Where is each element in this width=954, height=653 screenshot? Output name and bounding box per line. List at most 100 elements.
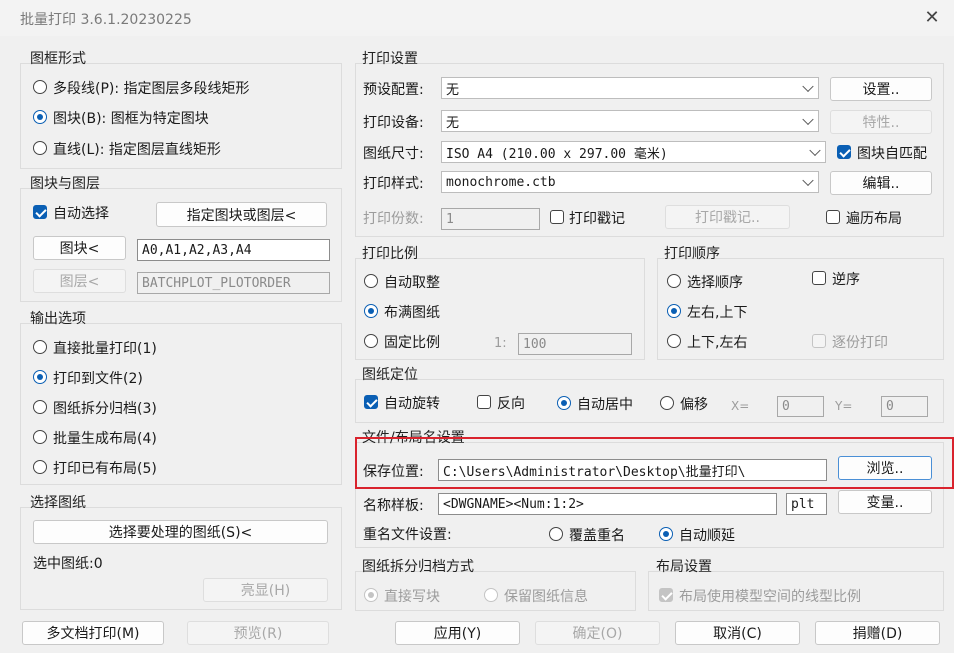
device-select[interactable]: 无 xyxy=(441,110,819,132)
archive-direct-radio[interactable] xyxy=(364,588,378,602)
model-linetype-checkbox[interactable] xyxy=(659,588,673,602)
window-title: 批量打印 3.6.1.20230225 xyxy=(20,12,192,28)
auto-rotate-label: 自动旋转 xyxy=(384,396,440,412)
auto-center-radio[interactable] xyxy=(557,396,571,410)
auto-rotate-checkbox[interactable] xyxy=(364,395,378,409)
order-lr-label: 左右,上下 xyxy=(687,305,748,321)
output-split-radio[interactable] xyxy=(33,400,47,414)
layer-name-input[interactable]: BATCHPLOT_PLOTORDER xyxy=(137,272,330,294)
select-drawing-title: 选择图纸 xyxy=(30,495,86,511)
highlight-frame xyxy=(355,437,954,489)
output-file-radio[interactable] xyxy=(33,370,47,384)
model-linetype-label: 布局使用模型空间的线型比例 xyxy=(679,589,861,605)
copies-label: 打印份数: xyxy=(363,211,424,227)
plot-style-select[interactable]: monochrome.ctb xyxy=(441,171,819,193)
paper-size-label: 图纸尺寸: xyxy=(363,146,424,162)
archive-keep-label: 保留图纸信息 xyxy=(504,589,588,605)
extension-input[interactable]: plt xyxy=(786,493,827,515)
stamp-settings-button[interactable]: 打印戳记.. xyxy=(665,205,790,229)
name-template-label: 名称样板: xyxy=(363,498,424,514)
plot-style-value: monochrome.ctb xyxy=(446,174,556,190)
order-selection-radio[interactable] xyxy=(667,274,681,288)
order-tb-radio[interactable] xyxy=(667,334,681,348)
archive-title: 图纸拆分归档方式 xyxy=(362,559,474,575)
scale-round-radio[interactable] xyxy=(364,274,378,288)
auto-increment-radio[interactable] xyxy=(659,527,673,541)
frame-polyline-label: 多段线(P): 指定图层多段线矩形 xyxy=(53,81,250,97)
title-bar: 批量打印 3.6.1.20230225 ✕ xyxy=(0,0,954,36)
name-template-input[interactable]: <DWGNAME><Num:1:2> xyxy=(438,493,777,515)
output-layout-radio[interactable] xyxy=(33,430,47,444)
copies-input[interactable]: 1 xyxy=(441,208,540,230)
chevron-down-icon xyxy=(802,113,814,126)
properties-button[interactable]: 特性.. xyxy=(830,110,932,134)
stamp-checkbox[interactable] xyxy=(550,210,564,224)
preset-select[interactable]: 无 xyxy=(441,77,819,99)
cancel-button[interactable]: 取消(C) xyxy=(675,621,800,645)
output-existing-radio[interactable] xyxy=(33,460,47,474)
overwrite-radio[interactable] xyxy=(549,527,563,541)
device-label: 打印设备: xyxy=(363,115,424,131)
collate-checkbox[interactable] xyxy=(812,334,826,348)
layout-title: 布局设置 xyxy=(656,559,712,575)
close-icon[interactable]: ✕ xyxy=(918,6,946,30)
block-button[interactable]: 图块< xyxy=(33,236,126,260)
scale-ratio-prefix: 1: xyxy=(494,336,507,351)
order-title: 打印顺序 xyxy=(664,246,720,262)
preset-value: 无 xyxy=(446,82,460,98)
frame-form-title: 图框形式 xyxy=(30,51,86,67)
traverse-layout-checkbox[interactable] xyxy=(826,210,840,224)
frame-block-radio[interactable] xyxy=(33,110,47,124)
ok-button[interactable]: 确定(O) xyxy=(535,621,660,645)
multi-doc-print-button[interactable]: 多文档打印(M) xyxy=(22,621,164,645)
frame-polyline-radio[interactable] xyxy=(33,80,47,94)
invert-checkbox[interactable] xyxy=(477,395,491,409)
pick-block-layer-button[interactable]: 指定图块或图层< xyxy=(156,202,327,227)
position-title: 图纸定位 xyxy=(362,367,418,383)
auto-center-label: 自动居中 xyxy=(577,397,633,413)
apply-button[interactable]: 应用(Y) xyxy=(395,621,520,645)
frame-line-radio[interactable] xyxy=(33,141,47,155)
output-direct-radio[interactable] xyxy=(33,340,47,354)
frame-block-label: 图块(B): 图框为特定图块 xyxy=(53,111,209,127)
order-selection-label: 选择顺序 xyxy=(687,275,743,291)
select-drawings-button[interactable]: 选择要处理的图纸(S)< xyxy=(33,520,328,544)
auto-select-checkbox[interactable] xyxy=(33,205,47,219)
paper-size-select[interactable]: ISO A4 (210.00 x 297.00 毫米) xyxy=(441,141,826,163)
selected-count-label: 选中图纸:0 xyxy=(33,556,103,572)
scale-ratio-input[interactable]: 100 xyxy=(518,333,632,355)
output-direct-label: 直接批量打印(1) xyxy=(53,341,157,357)
archive-keep-radio[interactable] xyxy=(484,588,498,602)
donate-button[interactable]: 捐赠(D) xyxy=(815,621,940,645)
output-existing-label: 打印已有布局(5) xyxy=(53,461,157,477)
offset-y-input[interactable]: 0 xyxy=(881,396,928,417)
offset-radio[interactable] xyxy=(660,396,674,410)
preview-button[interactable]: 预览(R) xyxy=(187,621,329,645)
variables-button[interactable]: 变量.. xyxy=(838,490,932,514)
chevron-down-icon xyxy=(809,144,821,157)
setup-button[interactable]: 设置.. xyxy=(830,77,932,101)
scale-fit-radio[interactable] xyxy=(364,304,378,318)
output-layout-label: 批量生成布局(4) xyxy=(53,431,157,447)
edit-style-button[interactable]: 编辑.. xyxy=(830,171,932,195)
paper-size-value: ISO A4 (210.00 x 297.00 毫米) xyxy=(446,146,668,162)
device-value: 无 xyxy=(446,115,460,131)
stamp-label: 打印戳记 xyxy=(569,211,625,227)
block-names-input[interactable]: A0,A1,A2,A3,A4 xyxy=(137,239,330,261)
order-lr-radio[interactable] xyxy=(667,304,681,318)
scale-fixed-radio[interactable] xyxy=(364,334,378,348)
auto-increment-label: 自动顺延 xyxy=(679,528,735,544)
print-settings-title: 打印设置 xyxy=(362,51,418,67)
offset-y-label: Y= xyxy=(835,399,853,413)
auto-select-label: 自动选择 xyxy=(53,206,109,222)
offset-x-input[interactable]: 0 xyxy=(777,396,824,417)
layer-button[interactable]: 图层< xyxy=(33,269,126,293)
frame-line-label: 直线(L): 指定图层直线矩形 xyxy=(53,142,221,158)
output-split-label: 图纸拆分归档(3) xyxy=(53,401,157,417)
overwrite-label: 覆盖重名 xyxy=(569,528,625,544)
highlight-button[interactable]: 亮显(H) xyxy=(203,578,328,602)
block-fit-checkbox[interactable] xyxy=(837,145,851,159)
offset-x-label: X= xyxy=(731,399,750,413)
reverse-checkbox[interactable] xyxy=(812,271,826,285)
output-title: 输出选项 xyxy=(30,311,86,327)
